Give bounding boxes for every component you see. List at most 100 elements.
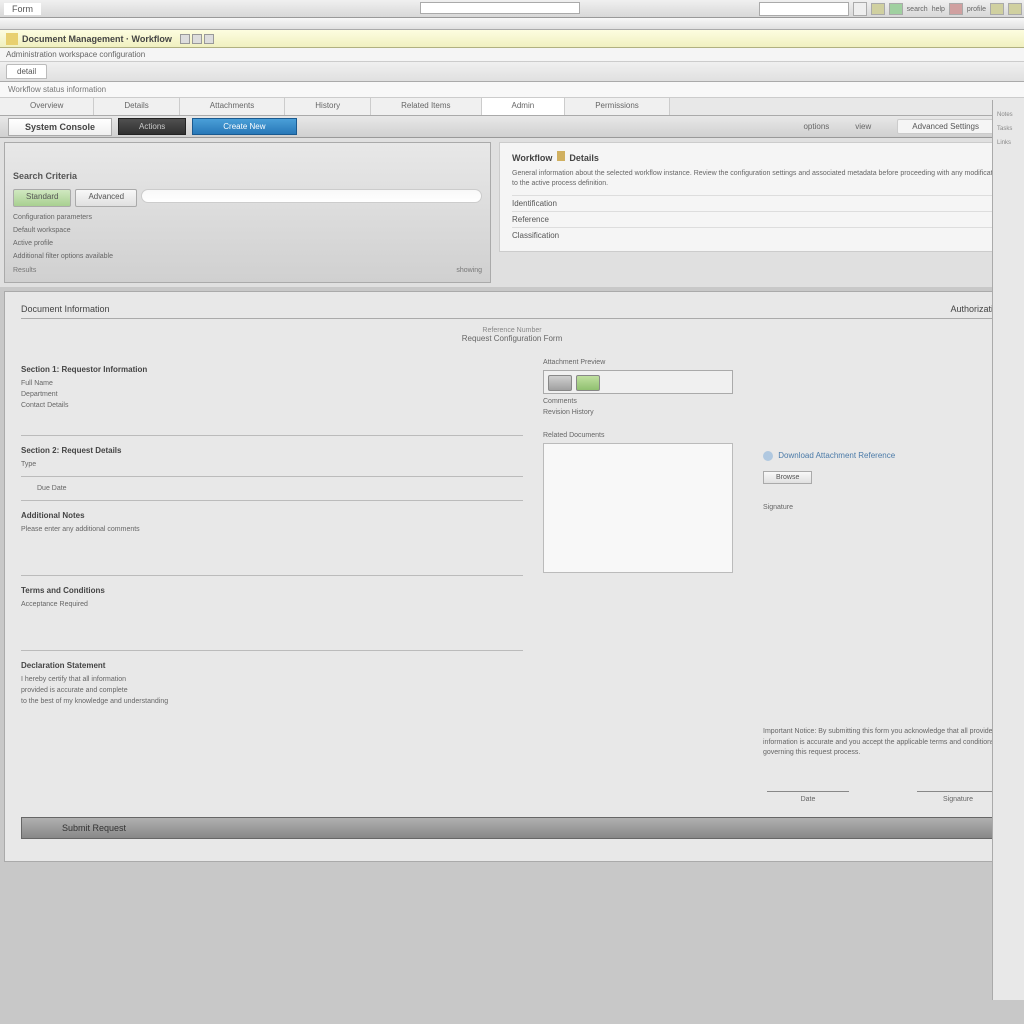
toolbar-button-1[interactable]	[180, 34, 190, 44]
search-desc-1: Configuration parameters	[13, 213, 482, 222]
browser-toolbar	[0, 18, 1024, 30]
app-icon	[6, 33, 18, 45]
info-row-identification: Identification	[512, 195, 1007, 211]
main-form: Document Information Authorization Refer…	[4, 291, 1020, 862]
nav-tabs: Overview Details Attachments History Rel…	[0, 98, 1024, 116]
search-tab-advanced[interactable]: Advanced	[75, 189, 137, 207]
toolbar-label-3: profile	[967, 6, 986, 13]
sidebar-tasks[interactable]: Tasks	[997, 126, 1020, 132]
info-row-classification: Classification	[512, 227, 1007, 243]
status-row: Workflow status information	[0, 82, 1024, 98]
options-link[interactable]: options	[803, 122, 829, 131]
content-area: Search Criteria Standard Advanced Config…	[0, 138, 1024, 287]
field-contact: Contact Details	[21, 402, 523, 409]
document-tab[interactable]: detail	[6, 64, 47, 79]
nav-tab-overview[interactable]: Overview	[0, 98, 94, 115]
section-2-title: Section 2: Request Details	[21, 446, 523, 455]
address-bar[interactable]	[420, 2, 580, 14]
browser-tab[interactable]: Form	[4, 3, 41, 15]
form-reference-label: Reference Number	[21, 327, 1003, 334]
preview-box	[543, 443, 733, 573]
field-type: Type	[21, 461, 523, 468]
disclaimer-text: Important Notice: By submitting this for…	[763, 727, 1003, 759]
attachment-toolbar	[543, 370, 733, 394]
section-terms-title: Terms and Conditions	[21, 586, 523, 595]
toolbar-button-2[interactable]	[192, 34, 202, 44]
advanced-settings-pill[interactable]: Advanced Settings	[897, 119, 994, 134]
sidebar-notes[interactable]: Notes	[997, 112, 1020, 118]
info-row-reference: Reference	[512, 211, 1007, 227]
breadcrumb-button[interactable]: System Console	[8, 118, 112, 136]
status-text: Workflow status information	[8, 85, 106, 94]
toolbar-button-3[interactable]	[204, 34, 214, 44]
search-desc-2: Default workspace	[13, 226, 482, 235]
settings-icon[interactable]	[990, 3, 1004, 15]
search-panel-header: Search Criteria	[13, 171, 482, 181]
refresh-icon[interactable]	[889, 3, 903, 15]
search-panel: Search Criteria Standard Advanced Config…	[4, 142, 491, 283]
right-sidebar: Notes Tasks Links	[992, 100, 1024, 1000]
showing-label: showing	[456, 267, 482, 274]
results-label: Results	[13, 267, 36, 274]
related-docs-label: Related Documents	[543, 432, 743, 439]
document-tab-row: detail	[0, 62, 1024, 82]
section-1-title: Section 1: Requestor Information	[21, 365, 523, 374]
field-fullname: Full Name	[21, 380, 523, 387]
field-comments: Please enter any additional comments	[21, 526, 523, 533]
attachment-icon-2[interactable]	[576, 375, 600, 391]
search-desc-4: Additional filter options available	[13, 252, 482, 261]
field-department: Department	[21, 391, 523, 398]
nav-tab-history[interactable]: History	[285, 98, 371, 115]
browse-button[interactable]: Browse	[763, 471, 812, 484]
app-title: Document Management · Workflow	[22, 34, 172, 44]
download-link[interactable]: Download Attachment Reference	[763, 451, 1003, 461]
badge-icon	[557, 151, 565, 161]
nav-tab-attachments[interactable]: Attachments	[180, 98, 285, 115]
signature-field-label: Signature	[913, 796, 1003, 803]
signature-label: Signature	[763, 504, 1003, 511]
app-subtitle: Administration workspace configuration	[0, 48, 1024, 62]
actions-button[interactable]: Actions	[118, 118, 186, 135]
attachment-icon-1[interactable]	[548, 375, 572, 391]
info-panel-description: General information about the selected w…	[512, 169, 1007, 189]
user-icon[interactable]	[1008, 3, 1022, 15]
nav-tab-details[interactable]: Details	[94, 98, 179, 115]
download-icon	[763, 451, 773, 461]
bookmark-icon[interactable]	[871, 3, 885, 15]
sidebar-links[interactable]: Links	[997, 140, 1020, 146]
action-bar: System Console Actions Create New option…	[0, 116, 1024, 138]
nav-tab-admin[interactable]: Admin	[482, 98, 566, 115]
signature-line	[917, 791, 999, 792]
attachment-preview-label: Attachment Preview	[543, 359, 743, 366]
info-panel-title: Workflow Details	[512, 151, 1007, 163]
comments-label: Comments	[543, 398, 743, 405]
view-link[interactable]: view	[855, 122, 871, 131]
alert-icon[interactable]	[949, 3, 963, 15]
field-duedate: Due Date	[37, 485, 523, 492]
section-notes-title: Additional Notes	[21, 511, 523, 520]
toolbar-label-2: help	[932, 6, 945, 13]
form-header-left: Document Information	[21, 304, 110, 314]
field-acceptance: Acceptance Required	[21, 601, 523, 608]
search-dropdown[interactable]	[853, 2, 867, 16]
date-label: Date	[763, 796, 853, 803]
search-input[interactable]	[759, 2, 849, 16]
declaration-line-1: I hereby certify that all information	[21, 676, 523, 683]
info-panel: Workflow Details General information abo…	[499, 142, 1020, 252]
create-new-button[interactable]: Create New	[192, 118, 296, 135]
declaration-line-3: to the best of my knowledge and understa…	[21, 698, 523, 705]
date-signature-line	[767, 791, 849, 792]
toolbar-label-1: search	[907, 6, 928, 13]
search-field[interactable]	[141, 189, 482, 203]
search-desc-3: Active profile	[13, 239, 482, 248]
app-titlebar: Document Management · Workflow	[0, 30, 1024, 48]
section-declaration-title: Declaration Statement	[21, 661, 523, 670]
revision-label: Revision History	[543, 409, 743, 416]
top-right-toolbar: search help profile	[757, 0, 1024, 18]
nav-tab-permissions[interactable]: Permissions	[565, 98, 670, 115]
submit-button[interactable]: Submit Request	[21, 817, 1003, 839]
form-title: Request Configuration Form	[21, 334, 1003, 343]
nav-tab-related[interactable]: Related Items	[371, 98, 481, 115]
declaration-line-2: provided is accurate and complete	[21, 687, 523, 694]
search-tab-standard[interactable]: Standard	[13, 189, 71, 207]
